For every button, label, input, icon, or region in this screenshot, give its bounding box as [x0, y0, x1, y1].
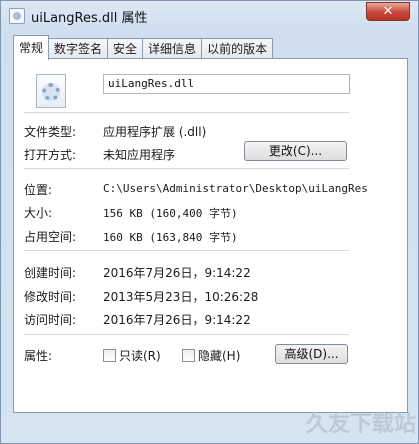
tab-security[interactable]: 安全 [107, 38, 144, 60]
close-button[interactable]: ✕ [366, 2, 410, 21]
advanced-button[interactable]: 高级(D)... [275, 344, 348, 364]
created-label: 创建时间: [24, 266, 77, 280]
size-value: 156 KB (160,400 字节) [103, 207, 238, 220]
dll-file-icon [36, 74, 66, 108]
file-icon [9, 8, 25, 24]
title-bar[interactable]: uiLangRes.dll 属性 ✕ [1, 1, 418, 31]
location-label: 位置: [24, 183, 53, 197]
hidden-checkbox[interactable]: 隐藏(H) [182, 347, 240, 364]
change-button[interactable]: 更改(C)... [244, 141, 347, 161]
tab-details[interactable]: 详细信息 [142, 38, 203, 60]
general-panel: uiLangRes.dll 文件类型: 应用程序扩展 (.dll) 打开方式: … [13, 58, 408, 413]
location-value: C:\Users\Administrator\Desktop\uiLangRes [103, 182, 368, 195]
divider [24, 334, 349, 335]
attributes-label: 属性: [24, 349, 53, 363]
watermark: 久友下载站 [305, 412, 416, 437]
accessed-value: 2016年7月26日，9:14:22 [103, 313, 251, 327]
tab-general[interactable]: 常规 [13, 35, 50, 60]
accessed-label: 访问时间: [24, 313, 77, 327]
divider [24, 112, 349, 113]
size-label: 大小: [24, 206, 53, 220]
tab-digital-signatures[interactable]: 数字签名 [48, 38, 109, 60]
disk-size-label: 占用空间: [24, 230, 77, 244]
file-type-value: 应用程序扩展 (.dll) [103, 125, 207, 139]
file-name-input[interactable]: uiLangRes.dll [103, 74, 350, 94]
hidden-label: 隐藏(H) [198, 349, 241, 363]
checkbox-box[interactable] [103, 349, 116, 362]
divider [24, 250, 349, 251]
properties-window: uiLangRes.dll 属性 ✕ 常规 数字签名 安全 详细信息 以前的版本… [0, 0, 419, 444]
gear-icon [42, 83, 60, 101]
open-with-value: 未知应用程序 [103, 148, 176, 162]
tab-previous-versions[interactable]: 以前的版本 [201, 38, 274, 60]
divider [24, 168, 349, 169]
disk-size-value: 160 KB (163,840 字节) [103, 231, 238, 244]
open-with-label: 打开方式: [24, 148, 77, 162]
modified-value: 2013年5月23日，10:26:28 [103, 290, 259, 304]
checkbox-box[interactable] [182, 349, 195, 362]
readonly-checkbox[interactable]: 只读(R) [103, 347, 161, 364]
readonly-label: 只读(R) [119, 349, 161, 363]
window-title: uiLangRes.dll 属性 [31, 11, 148, 26]
created-value: 2016年7月26日，9:14:22 [103, 266, 251, 280]
tab-bar: 常规 数字签名 安全 详细信息 以前的版本 [13, 35, 274, 60]
modified-label: 修改时间: [24, 290, 77, 304]
file-type-label: 文件类型: [24, 125, 77, 139]
